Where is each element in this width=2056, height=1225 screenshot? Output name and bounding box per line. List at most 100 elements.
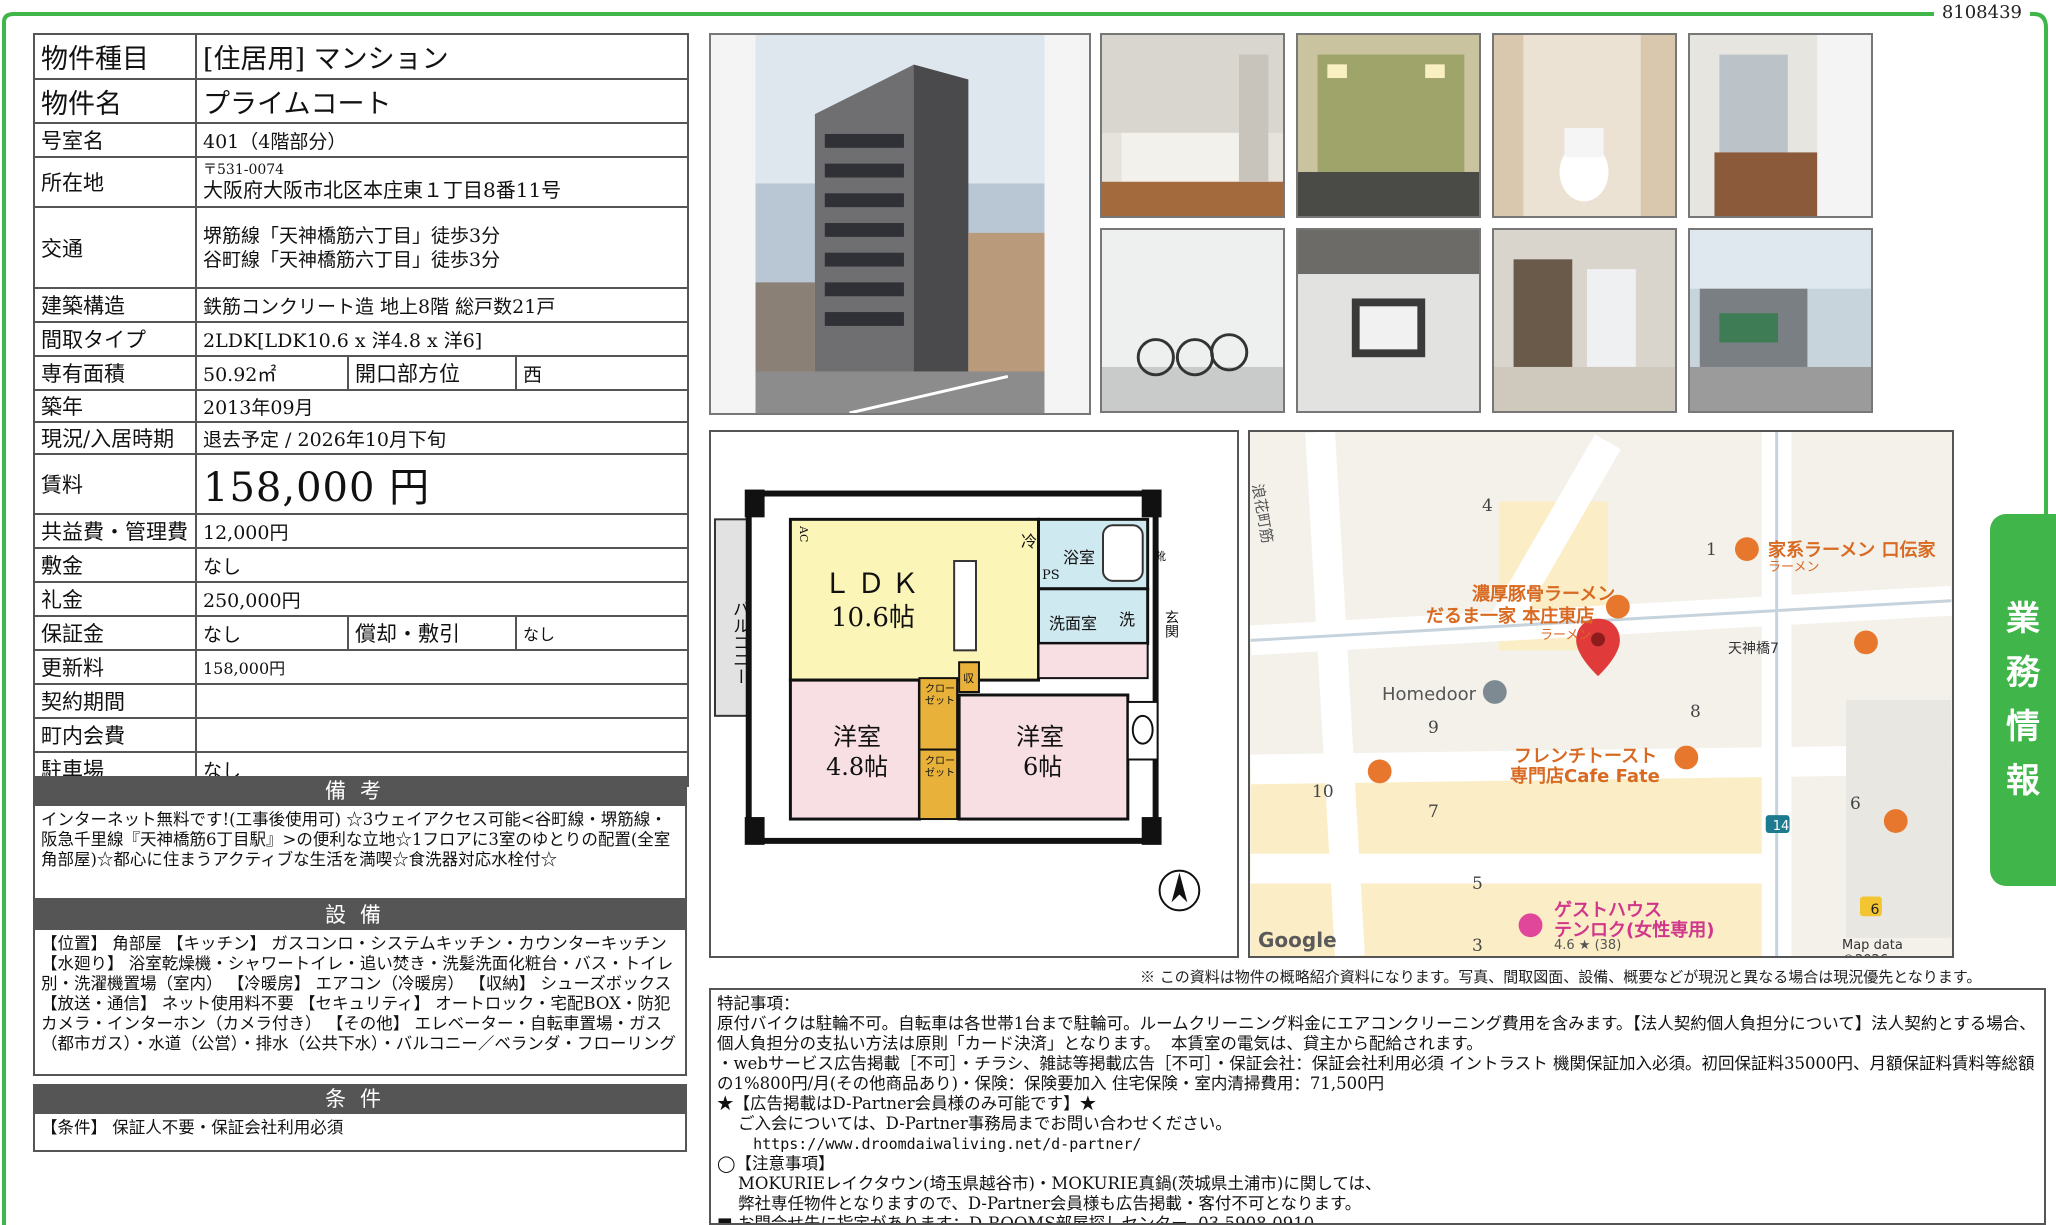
parking-photo[interactable]	[1688, 228, 1873, 413]
notes-line: ・webサービス広告掲載［不可］・チラシ、雑誌等掲載広告［不可］・保証会社：保証…	[717, 1054, 2035, 1093]
block-label: 4	[1482, 496, 1493, 516]
row-access: 交通 堺筋線「天神橋筋六丁目」徒歩3分 谷町線「天神橋筋六丁目」徒歩3分	[33, 206, 690, 289]
bathroom-photo[interactable]	[1296, 33, 1481, 218]
contact-line: ■ お問合せ先に指定があります：D-ROOMS部屋探しセンター 03-5908-…	[717, 1214, 1315, 1225]
label-type: 物件種目	[33, 33, 197, 80]
closet-label-1: クローゼット	[925, 684, 955, 707]
poi-homedoor[interactable]: Homedoor	[1382, 684, 1476, 705]
toilet-photo[interactable]	[1492, 33, 1677, 218]
ceiling-hatch-photo[interactable]	[1296, 228, 1481, 413]
location-map[interactable]: 浪花町筋 4 1 8 9 10 7 6 5 3 家系ラーメン 口伝家 ラーメン …	[1248, 430, 1954, 958]
tab-char: 務	[2006, 653, 2040, 693]
address-text: 大阪府大阪市北区本庄東１丁目8番11号	[203, 178, 562, 202]
restaurant-icon	[1883, 809, 1908, 833]
d-partner-link[interactable]: https://www.droomdaiwaliving.net/d-partn…	[717, 1134, 2038, 1154]
row-layout: 間取タイプ 2LDK[LDK10.6 x 洋4.8 x 洋6]	[33, 321, 690, 357]
floor-plan-drawing	[711, 432, 1237, 956]
value-layout: 2LDK[LDK10.6 x 洋4.8 x 洋6]	[194, 321, 690, 357]
row-built: 築年 2013年09月	[33, 389, 690, 423]
row-room: 号室名 401（4階部分）	[33, 122, 690, 158]
label-opening: 開口部方位	[347, 355, 517, 391]
value-structure: 鉄筋コンクリート造 地上8階 総戸数21戸	[194, 287, 690, 323]
zip-code: 〒531-0074	[203, 162, 285, 178]
ac-label: AC	[797, 526, 810, 543]
route-6-badge: 6	[1870, 902, 1880, 918]
restaurant-icon	[1734, 537, 1759, 562]
fridge-label: 冷	[1021, 532, 1038, 551]
block-label: 7	[1428, 802, 1439, 822]
row-renewal: 更新料 158,000円	[33, 649, 690, 685]
bicycle-parking-photo[interactable]	[1100, 228, 1285, 413]
property-code: 8108439	[1933, 2, 2030, 23]
value-access: 堺筋線「天神橋筋六丁目」徒歩3分 谷町線「天神橋筋六丁目」徒歩3分	[194, 206, 690, 289]
row-name: 物件名 プライムコート	[33, 78, 690, 124]
lobby-photo[interactable]	[1492, 228, 1677, 413]
label-amortization: 償却・敷引	[347, 615, 517, 651]
closet-label-2: クローゼット	[925, 756, 955, 779]
row-rent: 賃料 158,000 円	[33, 453, 690, 515]
label-deposit: 敷金	[33, 547, 197, 583]
label-association: 町内会費	[33, 717, 197, 753]
row-association: 町内会費	[33, 717, 690, 753]
row-structure: 建築構造 鉄筋コンクリート造 地上8階 総戸数21戸	[33, 287, 690, 323]
label-rent: 賃料	[33, 453, 197, 515]
row-address: 所在地 〒531-0074 大阪府大阪市北区本庄東１丁目8番11号	[33, 156, 690, 208]
notes-line: 弊社専任物件となりますので、D-Partner会員様も広告掲載・客付不可となりま…	[717, 1194, 1362, 1213]
room2-size: 6帖	[1023, 753, 1063, 781]
tab-char: 業	[2006, 599, 2040, 639]
building-exterior-photo[interactable]	[709, 33, 1091, 415]
special-notes: 特記事項： 原付バイクは駐輪不可。自転車は各世帯1台まで駐輪可。ルームクリーニン…	[709, 988, 2046, 1225]
label-access: 交通	[33, 206, 197, 289]
tab-char: 情	[2006, 707, 2040, 747]
value-address: 〒531-0074 大阪府大阪市北区本庄東１丁目8番11号	[194, 156, 690, 208]
notes-line: MOKURIEレイクタウン(埼玉県越谷市)・MOKURIE真鍋(茨城県土浦市)に…	[717, 1174, 1382, 1193]
notes-line: ご入会については、D-Partner事務局までお問い合わせください。	[717, 1114, 1232, 1133]
restaurant-icon	[1367, 759, 1392, 784]
route-14-badge: 14	[1772, 819, 1790, 834]
access-line-2: 谷町線「天神橋筋六丁目」徒歩3分	[203, 248, 501, 271]
value-key-money: 250,000円	[194, 581, 690, 617]
floor-plan[interactable]: バルコニー ＬＤＫ 10.6帖 洋室 4.8帖 洋室 6帖 浴室 洗面室 洗 玄…	[709, 430, 1239, 958]
block-label: 10	[1312, 782, 1334, 802]
label-built: 築年	[33, 389, 197, 423]
value-deposit: なし	[194, 547, 690, 583]
value-opening: 西	[514, 355, 690, 391]
place-icon	[1482, 680, 1507, 704]
washroom-photo[interactable]	[1688, 33, 1873, 218]
property-info-table: 物件種目 [住居用] マンション 物件名 プライムコート 号室名 401（4階部…	[33, 33, 690, 787]
value-contract	[194, 683, 690, 719]
block-label: 9	[1428, 718, 1439, 738]
value-fee: 12,000円	[194, 513, 690, 549]
label-area: 専有面積	[33, 355, 197, 391]
bath-label: 浴室	[1063, 548, 1096, 567]
conditions-text: 【条件】 保証人不要・保証会社利用必須	[33, 1114, 687, 1152]
facilities-text: 【位置】 角部屋 【キッチン】 ガスコンロ・システムキッチン・カウンターキッチン…	[33, 930, 687, 1076]
restaurant-icon	[1854, 630, 1878, 655]
facilities-heading: 設備	[33, 900, 687, 930]
entrance-label: 玄関	[1163, 610, 1179, 638]
business-info-tab[interactable]: 業 務 情 報	[1990, 514, 2056, 886]
wash-label: 洗面室	[1049, 614, 1098, 633]
label-name: 物件名	[33, 78, 197, 124]
cafe-icon	[1674, 745, 1699, 770]
row-contract: 契約期間	[33, 683, 690, 719]
row-area: 専有面積 50.92㎡ 開口部方位 西	[33, 355, 690, 391]
ldk-size: 10.6帖	[831, 603, 915, 633]
value-guarantee: なし	[195, 615, 349, 651]
label-key-money: 礼金	[33, 581, 197, 617]
remarks-heading: 備考	[33, 776, 687, 806]
row-fee: 共益費・管理費 12,000円	[33, 513, 690, 549]
map-attribution: Map data ©2026	[1842, 938, 1952, 956]
value-status: 退去予定 / 2026年10月下旬	[194, 421, 690, 455]
label-address: 所在地	[33, 156, 197, 208]
remarks-text: インターネット無料です!(工事後使用可) ☆3ウェイアクセス可能<谷町線・堺筋線…	[33, 806, 687, 900]
disclaimer-note: ※ この資料は物件の概略紹介資料になります。写真、間取図面、設備、概要などが現況…	[1140, 968, 1982, 986]
balcony-label: バルコニー	[729, 600, 749, 685]
label-contract: 契約期間	[33, 683, 197, 719]
north-arrow-icon	[1158, 869, 1201, 912]
notes-title: 特記事項：	[717, 994, 800, 1013]
ps-label: PS	[1042, 568, 1060, 583]
kitchen-photo[interactable]	[1100, 33, 1285, 218]
notes-line: ◯【注意事項】	[717, 1154, 835, 1173]
poi-cafe-fate-name: 専門店Cafe Fate	[1510, 766, 1660, 787]
